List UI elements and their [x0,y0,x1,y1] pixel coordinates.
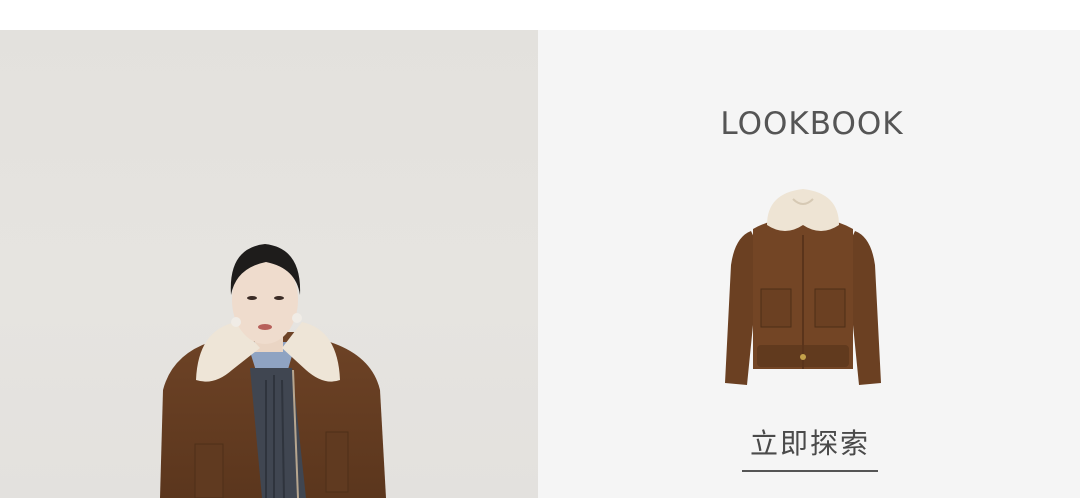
model-photo-panel[interactable] [0,30,538,498]
explore-now-link[interactable]: 立即探索 [742,422,878,472]
lookbook-content-panel: LOOKBOOK 立即探索 [538,30,1080,498]
lookbook-title: LOOKBOOK [720,106,904,142]
top-spacer [0,0,1080,30]
jacket-photo-icon[interactable] [723,185,883,390]
lookbook-banner: LOOKBOOK 立即探索 [0,30,1080,498]
model-photo-icon [160,244,386,498]
